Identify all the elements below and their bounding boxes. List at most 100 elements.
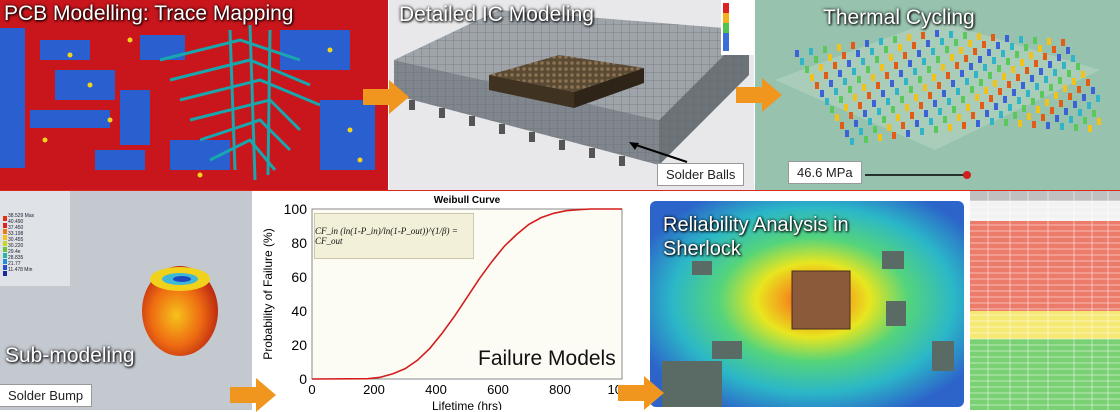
solder-bump-mark	[934, 126, 938, 133]
solder-bump-mark	[975, 94, 979, 101]
solder-bump-mark	[866, 66, 870, 73]
solder-bump-mark	[859, 128, 863, 135]
solder-bump-mark	[933, 100, 937, 107]
solder-bump-mark	[1087, 102, 1091, 109]
solder-bump-mark	[899, 70, 903, 77]
solder-bump-mark	[815, 82, 819, 89]
solder-bump-mark	[819, 64, 823, 71]
solder-bump-mark	[837, 44, 841, 51]
solder-bump-mark	[910, 112, 914, 119]
solder-bump-mark	[868, 118, 872, 125]
x-tick-label: 800	[549, 382, 571, 397]
y-tick-label: 80	[291, 235, 307, 251]
weibull-panel: Weibull Curve Probability of Failure (%)…	[252, 191, 632, 410]
solder-bump-mark	[992, 57, 996, 64]
solder-bump-mark	[999, 111, 1003, 118]
solder-bump-mark	[913, 68, 917, 75]
solder-bump-mark	[865, 40, 869, 47]
solder-bump-mark	[1072, 78, 1076, 85]
solder-bump-mark	[957, 114, 961, 121]
solder-bump-mark	[938, 108, 942, 115]
solder-bump-mark	[1064, 108, 1068, 115]
solder-bump-mark	[1069, 116, 1073, 123]
solder-bump-mark	[921, 32, 925, 39]
solder-bump-mark	[929, 118, 933, 125]
solder-bump-mark	[849, 112, 853, 119]
solder-bump-mark	[1005, 35, 1009, 42]
solder-bump-mark	[901, 122, 905, 129]
solder-bump-mark	[839, 96, 843, 103]
y-tick-label: 60	[291, 269, 307, 285]
solder-bump-mark	[878, 134, 882, 141]
solder-bump-mark	[1063, 85, 1067, 92]
ic-panel: Detailed IC Modeling Solder Balls	[389, 0, 754, 190]
solder-bump-mark	[963, 32, 967, 39]
solder-bump-mark	[951, 80, 955, 87]
solder-bump-mark	[965, 78, 969, 85]
solder-bump-mark	[923, 84, 927, 91]
solder-bump-mark	[985, 110, 989, 117]
parts-table-panel	[970, 191, 1120, 410]
solder-bump-mark	[907, 34, 911, 41]
solder-bump-mark	[800, 58, 804, 65]
solder-bump-mark	[845, 130, 849, 137]
solder-bump-mark	[940, 38, 944, 45]
solder-bump-mark	[970, 86, 974, 93]
solder-bump-mark	[1020, 59, 1024, 66]
solder-bump-mark	[820, 90, 824, 97]
solder-bump-mark	[889, 54, 893, 61]
solder-bump-mark	[976, 120, 980, 127]
solder-bump-mark	[905, 104, 909, 111]
solder-bump-mark	[1074, 124, 1078, 131]
solder-bump-mark	[979, 79, 983, 86]
solder-bump-mark	[1011, 66, 1015, 73]
solder-bump-mark	[857, 76, 861, 83]
solder-bump-mark	[1066, 47, 1070, 54]
solder-bump-mark	[994, 103, 998, 110]
callout-pointer-icon	[629, 142, 688, 163]
solder-bump-mark	[1012, 89, 1016, 96]
solder-bump-mark	[1041, 114, 1045, 121]
solder-bump-mark	[945, 46, 949, 53]
solder-bump-mark	[1049, 84, 1053, 91]
solder-bump-mark	[862, 84, 866, 91]
solder-bump-mark	[937, 82, 941, 89]
flow-arrow-icon	[230, 378, 276, 412]
solder-bump-mark	[1044, 76, 1048, 83]
solder-bump-mark	[906, 130, 910, 137]
solder-bump-mark	[964, 55, 968, 62]
failure-models-label: Failure Models	[478, 347, 616, 370]
solder-bump-mark	[890, 80, 894, 87]
solder-bump-mark	[982, 41, 986, 48]
solder-bump-mark	[1048, 61, 1052, 68]
solder-bump-mark	[1057, 54, 1061, 61]
solder-bump-mark	[828, 54, 832, 61]
solder-bump-mark	[1030, 75, 1034, 82]
solder-bump-mark	[829, 80, 833, 87]
solder-bump-mark	[1034, 60, 1038, 67]
solder-bump-mark	[1019, 36, 1023, 43]
solder-bump-mark	[1002, 73, 1006, 80]
solder-bump-mark	[885, 72, 889, 79]
solder-bump-mark	[858, 102, 862, 109]
solder-bump-mark	[947, 98, 951, 105]
solder-bump-mark	[898, 44, 902, 51]
weibull-formula: CF_in (ln(1-P_in)/ln(1-P_out))^(1/β) = C…	[314, 213, 474, 259]
solder-bump-mark	[842, 52, 846, 59]
solder-bump-mark	[864, 136, 868, 143]
solder-bump-mark	[932, 74, 936, 81]
solder-bump-mark	[984, 87, 988, 94]
solder-bump-mark	[1018, 120, 1022, 127]
solder-bump-mark	[912, 42, 916, 49]
solder-bump-mark	[1031, 98, 1035, 105]
solder-bump-mark	[881, 90, 885, 97]
solder-bump-mark	[1026, 90, 1030, 97]
solder-bump-mark	[1096, 95, 1100, 102]
solder-bump-mark	[1004, 119, 1008, 126]
submodel-panel: 38.529 Max 40.490 37.450 33.198 30.455 3…	[0, 191, 252, 410]
stress-pointer-icon	[865, 171, 971, 179]
solder-bump-mark	[870, 48, 874, 55]
solder-bump-mark	[941, 64, 945, 71]
solder-bump-mark	[908, 60, 912, 67]
solder-bump-mark	[988, 72, 992, 79]
